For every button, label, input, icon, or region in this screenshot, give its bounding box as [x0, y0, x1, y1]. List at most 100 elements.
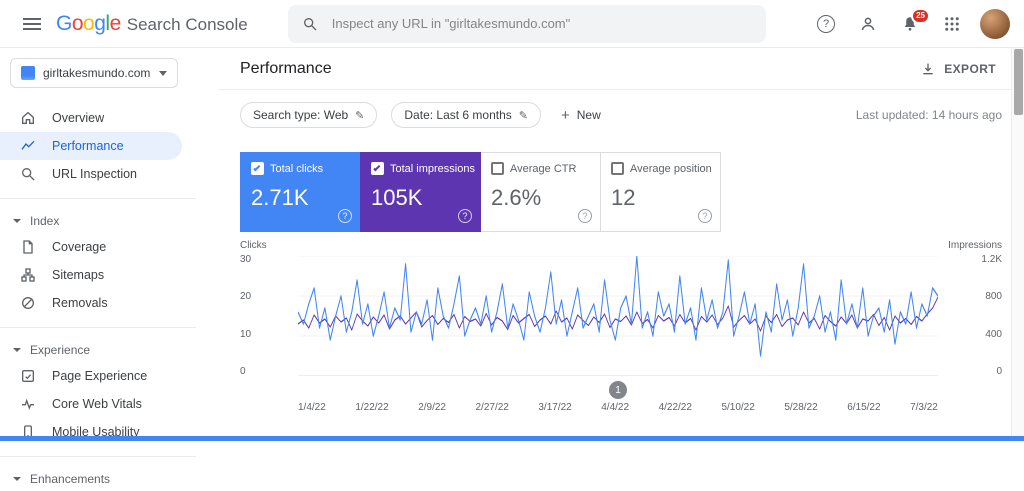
x-tick-label: 2/27/22	[475, 402, 509, 413]
help-icon[interactable]: ?	[698, 209, 712, 223]
card-total-clicks[interactable]: Total clicks 2.71K ?	[240, 152, 361, 232]
bottom-accent-bar	[0, 436, 1024, 441]
x-tick-label: 5/28/22	[784, 402, 818, 413]
magnifier-icon	[21, 168, 35, 181]
section-title: Index	[30, 214, 60, 228]
x-tick-label: 4/4/22	[601, 402, 630, 413]
edit-icon: ✎	[518, 109, 528, 122]
card-header: Total impressions	[371, 162, 475, 175]
sidebar-item-page-experience[interactable]: Page Experience	[0, 362, 182, 390]
notifications-button[interactable]: 25	[892, 6, 930, 42]
vertical-scrollbar[interactable]	[1011, 48, 1024, 436]
help-button[interactable]: ?	[808, 6, 844, 42]
sidebar-item-label: Removals	[52, 296, 108, 310]
axis-tick: 20	[240, 291, 252, 303]
filter-search-type[interactable]: Search type: Web ✎	[240, 102, 378, 128]
card-header: Average CTR	[491, 162, 590, 175]
sidebar-item-removals[interactable]: Removals	[0, 289, 182, 317]
checkmark-icon	[253, 164, 261, 172]
chart-pager-row: 1	[298, 381, 938, 399]
axis-tick: 1.2K	[981, 254, 1002, 265]
google-logo: Google	[56, 12, 121, 36]
card-label: Average position	[630, 162, 712, 175]
logo[interactable]: Google Search Console	[56, 12, 248, 36]
filter-label: Date: Last 6 months	[404, 108, 512, 122]
card-total-impressions[interactable]: Total impressions 105K ?	[360, 152, 481, 232]
logo-letter: o	[83, 11, 95, 35]
sidebar-section-experience[interactable]: Experience	[0, 338, 218, 362]
page-title: Performance	[240, 59, 332, 77]
url-inspect-input[interactable]	[329, 15, 752, 32]
removals-block-icon	[22, 297, 34, 309]
performance-content: Search type: Web ✎ Date: Last 6 months ✎…	[218, 102, 1024, 413]
chart-canvas[interactable]	[298, 256, 938, 376]
product-name: Search Console	[126, 14, 248, 34]
help-icon[interactable]: ?	[578, 209, 592, 223]
average-ctr-checkbox[interactable]	[491, 162, 504, 175]
chevron-down-icon	[13, 477, 21, 481]
new-filter-label: New	[576, 108, 601, 122]
filter-date-range[interactable]: Date: Last 6 months ✎	[391, 102, 541, 128]
card-label: Average CTR	[510, 162, 577, 175]
right-axis-ticks: 1.2K 800 400 0	[946, 254, 1002, 377]
help-icon[interactable]: ?	[338, 209, 352, 223]
card-value: 2.71K	[251, 185, 309, 210]
right-axis: Impressions 1.2K 800 400 0	[946, 240, 1002, 413]
property-selector[interactable]: girltakesmundo.com	[10, 58, 178, 88]
metric-cards: Total clicks 2.71K ? Total impressions 1…	[240, 152, 1002, 232]
average-position-checkbox[interactable]	[611, 162, 624, 175]
plus-icon: +	[561, 106, 570, 124]
chart-plot-area[interactable]: 1 1/4/22 1/22/22 2/9/22 2/27/22 3/17/22 …	[290, 240, 946, 413]
sidebar-section-enhancements[interactable]: Enhancements	[0, 467, 218, 491]
x-axis-labels: 1/4/22 1/22/22 2/9/22 2/27/22 3/17/22 4/…	[298, 402, 938, 413]
sidebar-item-label: Performance	[52, 139, 124, 153]
sidebar-item-url-inspection[interactable]: URL Inspection	[0, 160, 182, 188]
x-tick-label: 5/10/22	[721, 402, 755, 413]
x-tick-label: 3/17/22	[538, 402, 572, 413]
help-icon[interactable]: ?	[458, 209, 472, 223]
chart-page-indicator[interactable]: 1	[609, 381, 627, 399]
axis-tick: 10	[240, 328, 252, 340]
total-clicks-checkbox[interactable]	[251, 162, 264, 175]
sidebar-item-label: Core Web Vitals	[52, 397, 142, 411]
x-tick-label: 4/22/22	[658, 402, 692, 413]
scrollbar-thumb[interactable]	[1014, 49, 1023, 115]
logo-letter: o	[71, 11, 84, 35]
axis-tick: 30	[240, 254, 252, 265]
top-bar: Google Search Console ? 25	[0, 0, 1024, 48]
sidebar-nav: Overview Performance URL Inspection Inde…	[0, 104, 218, 491]
logo-letter: g	[94, 11, 106, 35]
sidebar-item-label: URL Inspection	[52, 167, 137, 181]
x-tick-label: 1/22/22	[355, 402, 389, 413]
sidebar: girltakesmundo.com Overview Performance …	[0, 48, 218, 486]
x-tick-label: 1/4/22	[298, 402, 326, 413]
sidebar-item-overview[interactable]: Overview	[0, 104, 182, 132]
total-impressions-checkbox[interactable]	[371, 162, 384, 175]
sidebar-item-performance[interactable]: Performance	[0, 132, 182, 160]
sidebar-section-index[interactable]: Index	[0, 209, 218, 233]
chevron-down-icon	[13, 348, 21, 352]
person-icon	[861, 17, 875, 30]
export-button[interactable]: EXPORT	[914, 57, 1002, 81]
sidebar-item-core-web-vitals[interactable]: Core Web Vitals	[0, 390, 182, 418]
performance-chart-icon	[21, 140, 35, 150]
left-axis-ticks: 30 20 10 0	[240, 254, 290, 377]
left-axis: Clicks 30 20 10 0	[240, 240, 290, 413]
axis-tick: 800	[985, 291, 1002, 303]
card-value: 2.6%	[491, 185, 542, 210]
card-average-ctr[interactable]: Average CTR 2.6% ?	[480, 152, 601, 232]
sidebar-item-sitemaps[interactable]: Sitemaps	[0, 261, 182, 289]
sidebar-item-coverage[interactable]: Coverage	[0, 233, 182, 261]
notification-count-badge: 25	[911, 7, 930, 24]
user-settings-button[interactable]	[850, 6, 886, 42]
card-label: Total impressions	[390, 162, 475, 175]
url-inspect-searchbar[interactable]	[287, 4, 766, 43]
account-avatar[interactable]	[980, 8, 1010, 39]
apps-grid-button[interactable]	[934, 6, 970, 42]
menu-button[interactable]	[14, 6, 50, 42]
hamburger-icon	[23, 17, 41, 30]
chart-svg[interactable]	[298, 256, 938, 376]
new-filter-button[interactable]: + New	[555, 107, 607, 124]
sidebar-item-mobile-usability[interactable]: Mobile Usability	[0, 418, 182, 446]
card-average-position[interactable]: Average position 12 ?	[600, 152, 721, 232]
